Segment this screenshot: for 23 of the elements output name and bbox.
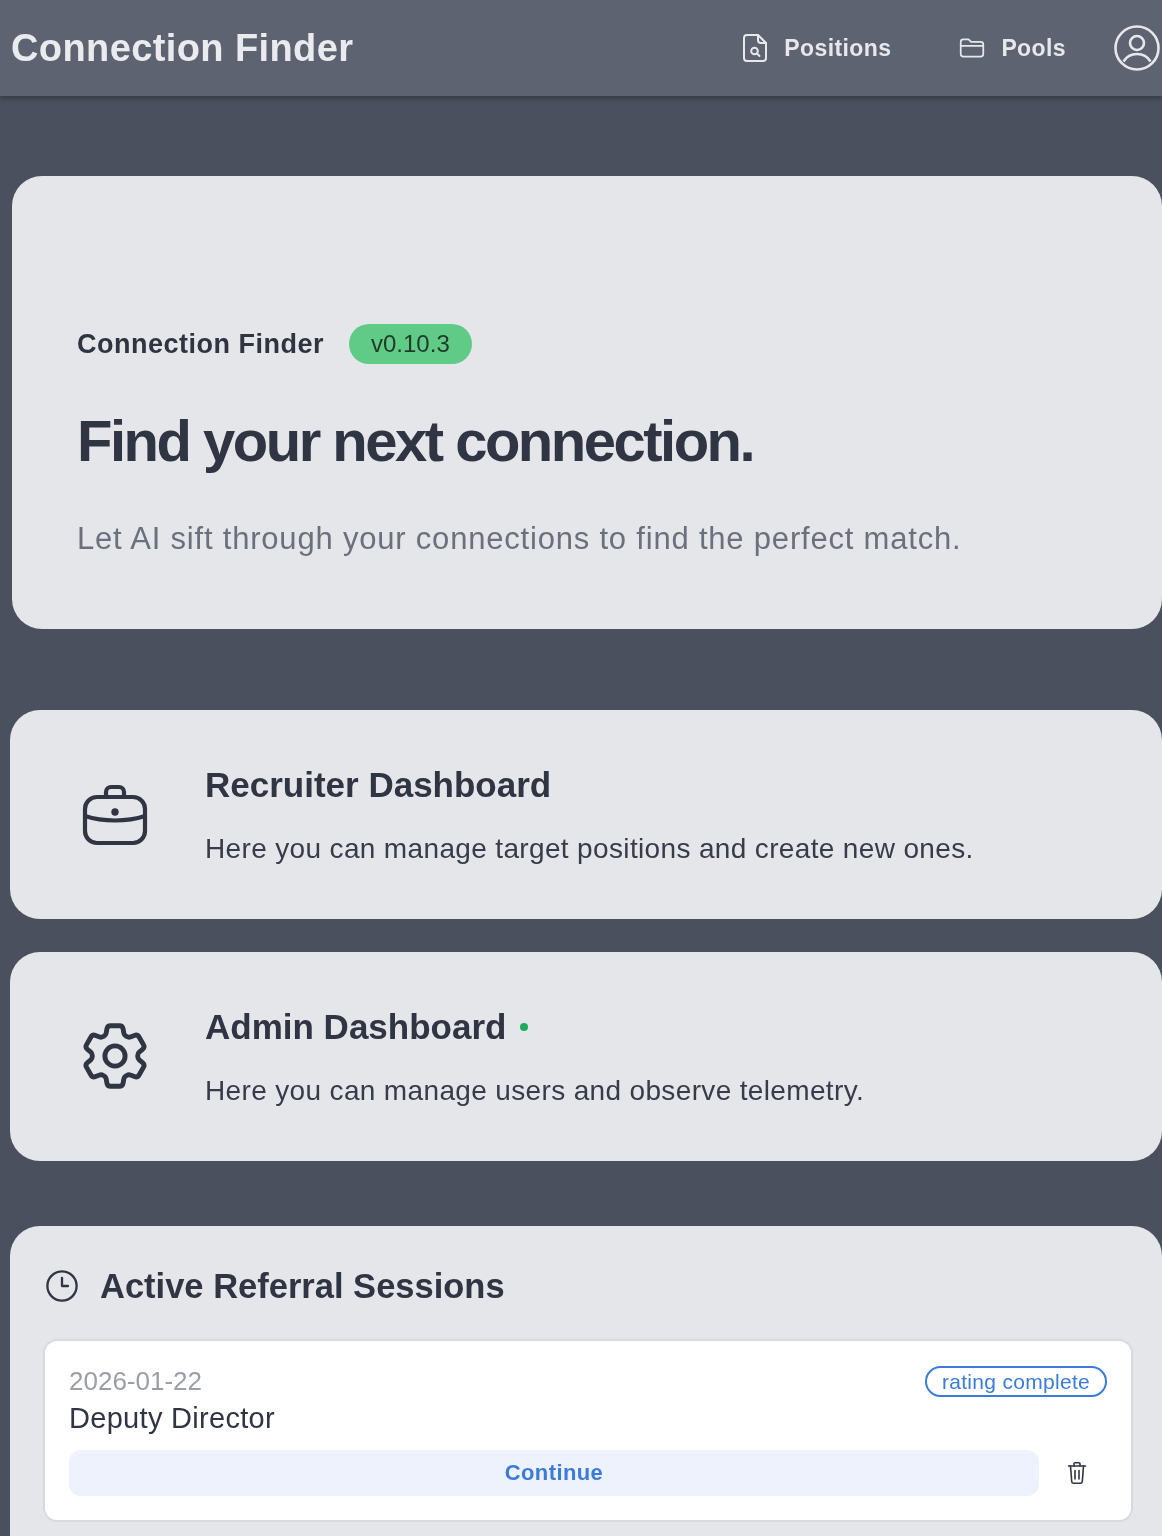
session-title: Deputy Director <box>69 1401 276 1434</box>
session-date: 2026-01-22 <box>69 1366 202 1396</box>
brand-title[interactable]: Connection Finder <box>11 19 354 77</box>
section-title: Active Referral Sessions <box>100 1265 505 1307</box>
hero-heading: Find your next connection. <box>77 408 755 473</box>
status-badge: rating complete <box>924 1365 1107 1397</box>
dashboard-title: Recruiter Dashboard <box>205 763 552 806</box>
version-badge: v0.10.3 <box>349 324 472 365</box>
app-name: Connection Finder <box>77 328 324 361</box>
dashboard-title: Admin Dashboard <box>205 1005 507 1048</box>
dashboard-description: Here you can manage users and observe telemetry. <box>205 1074 865 1107</box>
nav-link[interactable]: Pools <box>959 30 1066 66</box>
dashboard-card[interactable]: Recruiter Dashboard Here you can manage target positions and create new ones. <box>10 709 1162 919</box>
dashboard-card[interactable]: Admin Dashboard Here you can manage users and observe telemetry. <box>10 951 1162 1161</box>
continue-button[interactable]: Continue <box>69 1449 1039 1496</box>
nav-link[interactable]: Positions <box>742 30 892 66</box>
hero-subtitle: Let AI sift through your connections to find the perfect match. <box>77 520 963 557</box>
user-account-icon[interactable] <box>1114 25 1160 71</box>
document-search-icon <box>742 33 769 63</box>
trash-icon <box>1067 1460 1087 1485</box>
dashboard-description: Here you can manage target positions and create new ones. <box>205 832 974 865</box>
clock-icon <box>46 1269 78 1302</box>
settings-icon <box>82 1023 148 1089</box>
